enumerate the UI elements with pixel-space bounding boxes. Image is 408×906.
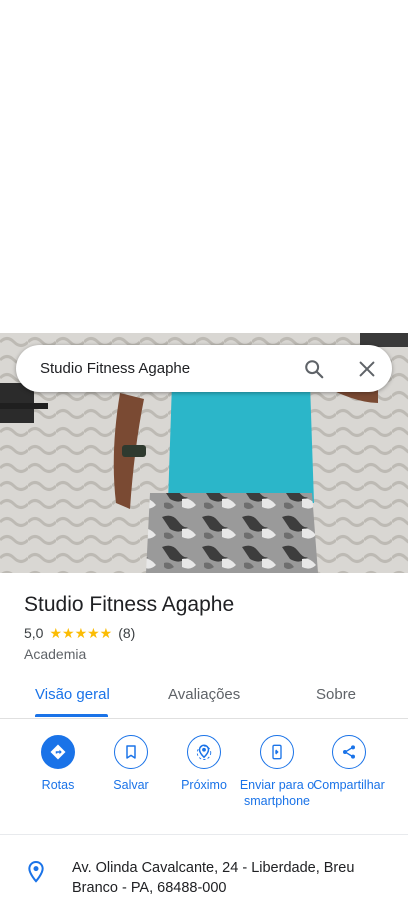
rating-stars: ★★★★★ — [49, 624, 113, 641]
send-to-phone-button[interactable]: Enviar para o smartphone — [237, 735, 317, 809]
nearby-button[interactable]: Próximo — [164, 735, 244, 793]
rating-value: 5,0 — [24, 625, 44, 641]
search-icon[interactable] — [303, 358, 325, 380]
share-icon — [332, 735, 366, 769]
place-info: Studio Fitness Agaphe 5,0 ★★★★★ (8) Acad… — [24, 592, 394, 662]
directions-button[interactable]: Rotas — [18, 735, 98, 793]
bookmark-icon — [114, 735, 148, 769]
tab-reviews[interactable]: Avaliações — [168, 686, 240, 703]
rating-row[interactable]: 5,0 ★★★★★ (8) — [24, 624, 394, 642]
reviews-count: (8) — [118, 625, 136, 641]
send-to-phone-icon — [260, 735, 294, 769]
save-button[interactable]: Salvar — [91, 735, 171, 793]
tab-about[interactable]: Sobre — [316, 686, 356, 703]
directions-icon — [41, 735, 75, 769]
nearby-icon — [187, 735, 221, 769]
address-text: Av. Olinda Cavalcante, 24 - Liberdade, B… — [72, 860, 355, 896]
share-label: Compartilhar — [313, 778, 385, 792]
send-to-phone-label: Enviar para o smartphone — [239, 778, 315, 808]
place-tabs: Visão geral Avaliações Sobre — [0, 674, 408, 719]
nearby-label: Próximo — [181, 778, 227, 792]
action-buttons: Rotas Salvar Próximo Enviar para o smart… — [0, 730, 408, 834]
place-category[interactable]: Academia — [24, 646, 394, 662]
search-bar[interactable]: Studio Fitness Agaphe — [16, 345, 392, 392]
directions-label: Rotas — [41, 778, 75, 792]
location-pin-icon — [26, 860, 46, 884]
tab-overview[interactable]: Visão geral — [35, 686, 110, 703]
save-label: Salvar — [113, 778, 149, 792]
active-tab-indicator — [35, 714, 108, 717]
place-title: Studio Fitness Agaphe — [24, 593, 235, 616]
share-button[interactable]: Compartilhar — [310, 735, 388, 793]
search-query-text[interactable]: Studio Fitness Agaphe — [40, 360, 190, 377]
address-row[interactable]: Av. Olinda Cavalcante, 24 - Liberdade, B… — [0, 850, 408, 906]
close-icon[interactable] — [356, 358, 378, 380]
section-divider — [0, 834, 408, 835]
